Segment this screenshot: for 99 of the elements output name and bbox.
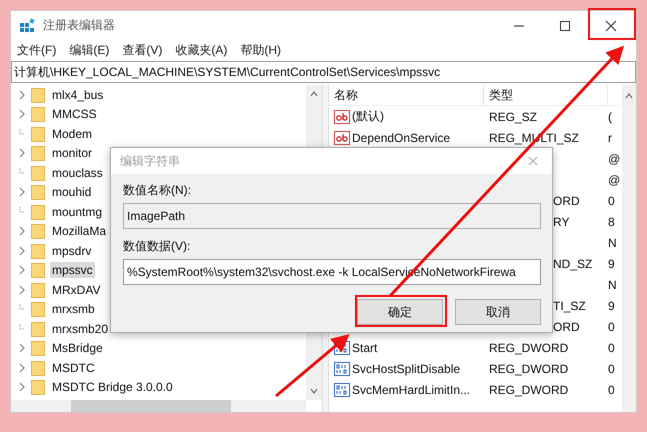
value-data: 9 — [608, 256, 615, 270]
vertical-scrollbar[interactable] — [622, 85, 636, 412]
string-value-icon — [334, 110, 350, 124]
binary-value-icon — [334, 382, 350, 396]
maximize-icon[interactable] — [559, 20, 571, 32]
value-name[interactable]: SvcMemHardLimitIn... — [352, 382, 470, 396]
value-data: 0 — [608, 340, 615, 354]
registry-app-icon — [19, 18, 35, 34]
menu-item[interactable]: 帮助(H) — [240, 42, 281, 58]
folder-icon — [31, 106, 45, 122]
folder-icon — [31, 379, 45, 396]
tree-item[interactable]: Modem — [50, 126, 94, 142]
chevron-right-icon[interactable] — [19, 362, 25, 373]
value-data: N — [608, 236, 617, 250]
folder-icon — [31, 282, 45, 298]
value-name[interactable]: DependOnService — [352, 130, 450, 144]
value-data: 9 — [608, 298, 615, 312]
tree-item[interactable]: MMCSS — [50, 106, 99, 122]
value-data: @ — [608, 172, 620, 186]
value-data: 0 — [608, 382, 615, 396]
string-value-icon — [334, 130, 350, 144]
tree-item[interactable]: MsBridge — [50, 340, 105, 356]
folder-icon — [31, 164, 45, 181]
folder-icon — [31, 223, 45, 240]
chevron-right-icon[interactable] — [19, 109, 25, 120]
value-type: REG_DWORD — [489, 362, 568, 376]
tree-item[interactable]: MSDTC — [50, 360, 97, 376]
folder-icon — [31, 184, 45, 200]
value-name[interactable]: SvcHostSplitDisable — [352, 362, 460, 376]
value-type: ORD — [553, 194, 580, 208]
folder-icon — [31, 242, 45, 259]
value-type: RY — [553, 214, 570, 228]
tree-item[interactable]: mlx4_bus — [50, 86, 106, 103]
folder-icon — [31, 301, 45, 318]
value-name[interactable]: Start — [352, 340, 378, 354]
value-type: REG_DWORD — [489, 382, 568, 396]
chevron-right-icon[interactable] — [19, 187, 25, 198]
tree-item[interactable]: mountmg — [50, 204, 104, 220]
column-header[interactable]: 类型 — [484, 85, 608, 105]
value-data: @ — [608, 152, 620, 166]
field-label: 数值数据(V): — [123, 239, 192, 253]
chevron-right-icon[interactable] — [19, 226, 25, 236]
folder-icon — [31, 204, 45, 220]
tree-item[interactable]: mrxsmb — [50, 301, 97, 318]
chevron-right-icon[interactable] — [19, 148, 25, 158]
value-data: r — [608, 130, 612, 144]
tree-item[interactable]: monitor — [50, 145, 94, 162]
folder-icon — [31, 262, 45, 278]
tree-item[interactable]: mouhid — [50, 184, 94, 200]
scroll-up-icon[interactable] — [625, 93, 633, 99]
close-icon[interactable] — [605, 20, 617, 32]
ok-button[interactable]: 确定 — [357, 299, 443, 325]
binary-value-icon — [334, 362, 350, 376]
window-title: 注册表编辑器 — [43, 17, 115, 34]
chevron-right-icon[interactable] — [19, 382, 25, 392]
value-type: REG_DWORD — [489, 340, 568, 354]
chevron-right-icon[interactable] — [19, 246, 25, 256]
folder-icon — [31, 126, 45, 142]
value-type: ND_SZ — [553, 256, 592, 270]
field-label: 数值名称(N): — [123, 183, 192, 197]
scroll-up-icon[interactable] — [310, 91, 318, 97]
dialog-title: 编辑字符串 — [120, 152, 180, 170]
chevron-right-icon[interactable] — [19, 284, 25, 295]
value-data: 0 — [608, 320, 615, 334]
column-header[interactable]: 名称 — [329, 85, 484, 105]
tree-item[interactable]: MSDTC Bridge 3.0.0.0 — [50, 379, 175, 396]
tree-item[interactable]: MRxDAV — [50, 282, 102, 298]
value-name[interactable]: (默认) — [352, 108, 384, 125]
address-bar[interactable]: 计算机\HKEY_LOCAL_MACHINE\SYSTEM\CurrentControlSet\Services\mpssvc — [11, 61, 636, 83]
highlight-frame — [588, 8, 636, 40]
value-name-field[interactable]: ImagePath — [123, 203, 541, 229]
value-data: 8 — [608, 214, 615, 228]
chevron-right-icon[interactable] — [19, 90, 25, 100]
menu-item[interactable]: 收藏夹(A) — [175, 42, 228, 58]
chevron-right-icon[interactable] — [19, 343, 25, 354]
folder-icon — [31, 320, 45, 337]
tree-item[interactable]: mouclass — [50, 164, 105, 181]
folder-icon — [31, 340, 45, 356]
menu-item[interactable]: 文件(F) — [17, 42, 56, 58]
value-data: 0 — [608, 362, 615, 376]
tree-item[interactable]: mrxsmb20 — [50, 320, 110, 337]
scroll-down-icon[interactable] — [310, 388, 318, 394]
folder-icon — [31, 145, 45, 162]
folder-icon — [31, 360, 45, 376]
tree-item[interactable]: mpsdrv — [50, 242, 94, 259]
tree-item[interactable]: mpssvc — [50, 262, 95, 278]
value-data: ( — [608, 110, 612, 124]
tree-item[interactable]: MozillaMa — [50, 223, 108, 240]
folder-icon — [31, 86, 45, 103]
menu-item[interactable]: 查看(V) — [122, 42, 162, 58]
value-data: 0 — [608, 194, 615, 208]
value-type: TI_SZ — [553, 298, 586, 312]
cancel-button[interactable]: 取消 — [455, 299, 541, 325]
horizontal-scrollbar[interactable] — [11, 400, 306, 412]
value-type: ORD — [553, 320, 580, 334]
value-type: REG_SZ — [489, 110, 538, 124]
chevron-right-icon[interactable] — [19, 265, 25, 276]
menu-item[interactable]: 编辑(E) — [69, 42, 110, 58]
value-data: N — [608, 278, 617, 292]
